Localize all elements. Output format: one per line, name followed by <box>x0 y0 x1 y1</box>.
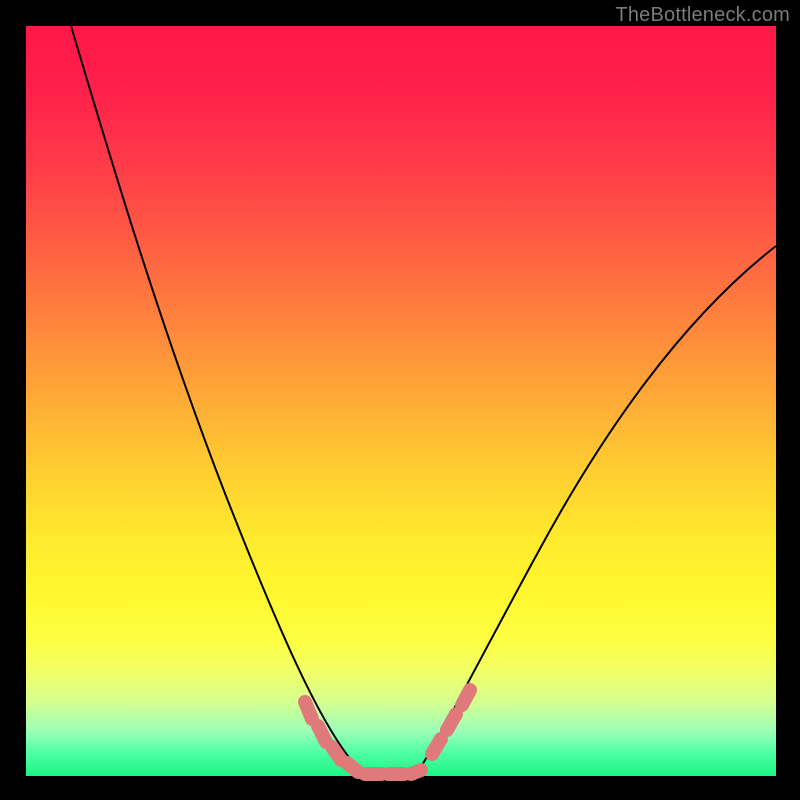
watermark-text: TheBottleneck.com <box>615 4 790 27</box>
chart-area <box>26 26 776 776</box>
highlight-band <box>305 690 470 774</box>
curve-layer <box>26 26 776 776</box>
left-curve <box>71 26 361 774</box>
